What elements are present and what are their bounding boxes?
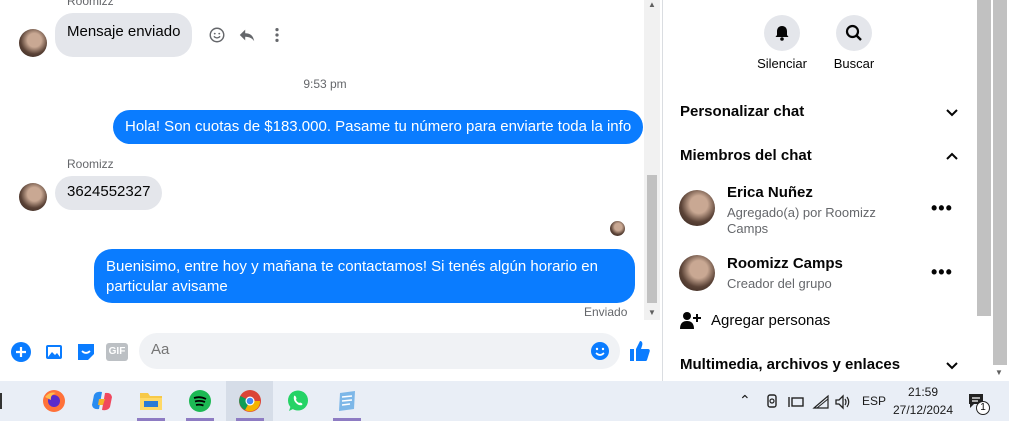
chat-panel: Roomizz Mensaje enviado 9:53 pm Hola! So… [0,0,662,381]
wifi-icon[interactable] [812,394,830,410]
scroll-up-arrow[interactable]: ▲ [648,0,656,9]
spotify-app[interactable] [180,381,220,421]
member-name[interactable]: Roomizz Camps [727,255,843,272]
chevron-up-icon[interactable]: ⌃ [739,392,751,409]
plus-icon[interactable] [10,341,32,363]
volume-icon[interactable] [834,394,852,410]
chrome-app[interactable] [226,381,273,421]
spotify-icon [189,390,211,412]
avatar[interactable] [19,29,47,57]
file-explorer-app[interactable] [131,381,171,421]
whatsapp-icon [288,390,308,411]
media-files-links-section[interactable]: Multimedia, archivos y enlaces [680,356,900,373]
avatar[interactable] [19,183,47,211]
scroll-down-arrow[interactable]: ▼ [648,308,656,317]
chat-info-panel: Silenciar Buscar Personalizar chat Miemb… [663,0,975,381]
member-avatar[interactable] [679,255,715,291]
chrome-icon [239,390,261,412]
chevron-down-icon[interactable] [945,359,959,373]
sender-name: Roomizz [67,157,114,171]
copilot-icon [92,391,112,411]
notepad-icon [339,391,355,411]
message-text-line: particular avisame [106,278,228,295]
reply-icon[interactable] [238,26,256,44]
firefox-icon [43,390,65,412]
member-options-icon[interactable]: ••• [931,198,953,219]
windows-taskbar: ⌃ ESP 21:59 27/12/2024 1 [0,381,1009,421]
gif-icon[interactable]: GIF [106,343,128,361]
message-bubble-outgoing[interactable]: Hola! Son cuotas de $183.000. Pasame tu … [113,110,644,144]
mute-label: Silenciar [757,56,807,71]
message-bubble-outgoing[interactable]: Buenisimo, entre hoy y mañana te contact… [94,249,635,303]
message-input-container[interactable] [139,333,620,369]
scroll-down-arrow[interactable]: ▼ [995,368,1003,377]
add-person-icon[interactable] [679,310,701,330]
mute-button[interactable] [764,15,800,51]
message-actions [208,26,286,44]
emoji-icon[interactable] [590,341,610,361]
search-label: Buscar [833,56,875,71]
scroll-thumb[interactable] [647,175,657,303]
customize-chat-section[interactable]: Personalizar chat [680,103,804,120]
search-button[interactable] [836,15,872,51]
sender-name: Roomizz [67,0,114,8]
language-indicator[interactable]: ESP [860,394,888,408]
clock-time[interactable]: 21:59 [890,385,956,399]
battery-icon[interactable] [787,394,805,410]
message-bubble-incoming[interactable]: 3624552327 [55,176,163,210]
read-receipt-avatar [610,221,625,236]
add-people-button[interactable]: Agregar personas [711,312,830,329]
notification-count-badge: 1 [976,401,990,415]
member-options-icon[interactable]: ••• [931,262,953,283]
chevron-down-icon[interactable] [945,106,959,120]
more-options-icon[interactable] [268,26,286,44]
clock-date[interactable]: 27/12/2024 [890,403,956,417]
message-text-line: Buenisimo, entre hoy y mañana te contact… [106,258,598,275]
chat-scrollbar[interactable]: ▲ ▼ [644,0,660,320]
usb-device-icon[interactable] [764,394,780,410]
member-subtitle: Creador del grupo [727,276,832,291]
search-icon [845,24,862,41]
firefox-app[interactable] [34,381,74,421]
message-text: 3624552327 [67,183,151,200]
member-name[interactable]: Erica Nuñez [727,184,813,201]
chat-members-section[interactable]: Miembros del chat [680,147,812,164]
task-view-icon[interactable] [0,393,12,409]
member-avatar[interactable] [679,190,715,226]
folder-icon [140,393,162,410]
copilot-app[interactable] [82,381,122,421]
chevron-up-icon[interactable] [945,149,959,163]
timestamp-separator: 9:53 pm [303,77,347,91]
whatsapp-app[interactable] [278,381,318,421]
message-input[interactable] [151,341,571,358]
react-icon[interactable] [208,26,226,44]
sticker-icon[interactable] [75,341,97,363]
message-text: Mensaje enviado [67,23,181,40]
bell-icon [775,26,789,41]
side-scrollbar[interactable]: ▼ [975,0,1009,381]
like-icon[interactable] [628,339,652,363]
member-subtitle: Agregado(a) por Roomizz Camps [727,205,876,236]
message-composer: GIF [0,329,662,373]
message-bubble-incoming[interactable]: Mensaje enviado [55,13,193,57]
message-text: Hola! Son cuotas de $183.000. Pasame tu … [125,118,632,135]
message-status: Enviado [584,305,628,319]
page-scroll-thumb[interactable] [993,0,1007,365]
photo-icon[interactable] [43,341,65,363]
notepad-app[interactable] [327,381,367,421]
side-scroll-thumb-1[interactable] [977,0,991,316]
